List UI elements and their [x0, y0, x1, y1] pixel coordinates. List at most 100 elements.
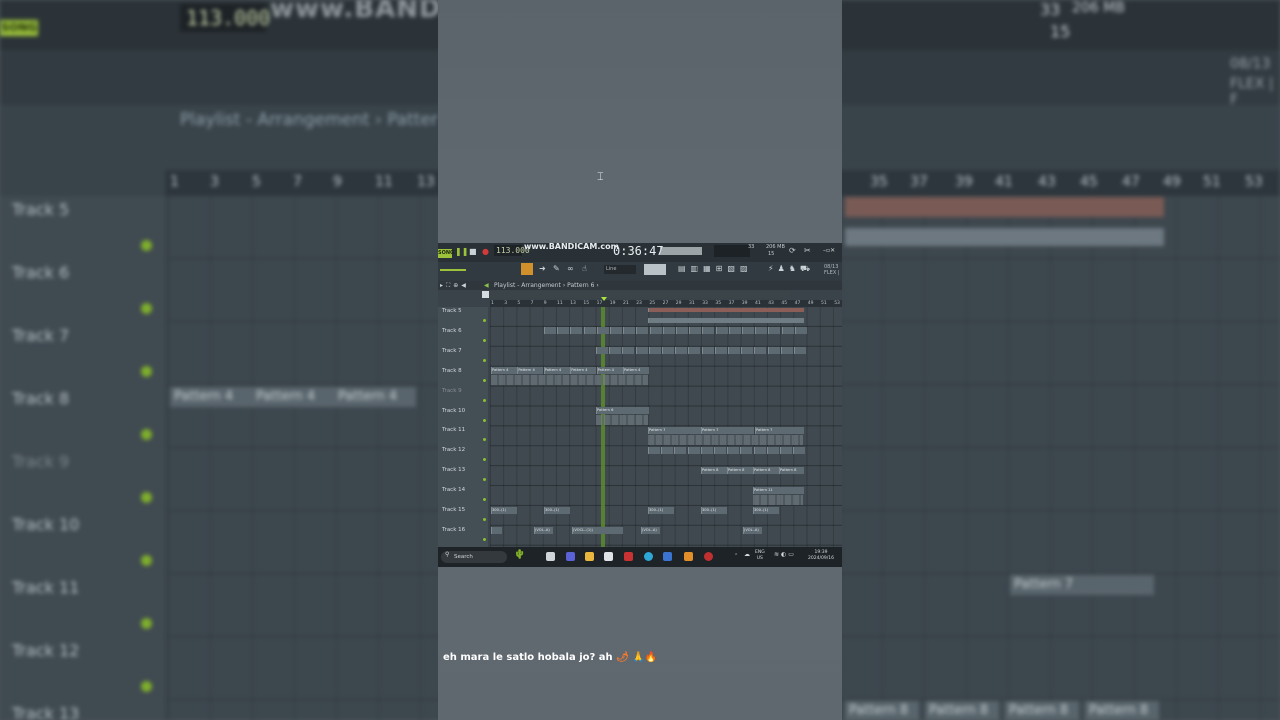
pattern-clip[interactable] [794, 347, 806, 354]
pattern-clip[interactable] [557, 327, 570, 334]
pattern-clip[interactable]: Pattern 4 [596, 367, 623, 374]
track-name[interactable]: Track 7 [442, 348, 462, 354]
pattern-clip[interactable] [674, 447, 687, 454]
audio-clip[interactable] [648, 318, 804, 323]
edge-icon[interactable] [644, 552, 653, 561]
window-controls-icon[interactable]: –▫✕ [823, 246, 835, 256]
pattern-clip[interactable] [662, 347, 674, 354]
pattern-clip[interactable]: Pattern 4 [623, 367, 649, 374]
track-name[interactable]: Track 16 [442, 527, 465, 533]
pattern-clip[interactable] [689, 327, 702, 334]
track-mute-led[interactable] [483, 518, 486, 521]
pattern-clip[interactable]: Pattern 8 [727, 467, 753, 474]
weather-icon[interactable]: 🌵 [514, 550, 525, 560]
track-mute-led[interactable] [483, 458, 486, 462]
pattern-clip[interactable] [609, 347, 622, 354]
clock[interactable]: 19:39 2024/09/16 [808, 550, 834, 562]
pattern-clip[interactable] [700, 447, 713, 454]
audio-clip[interactable] [648, 308, 804, 312]
pattern-clip[interactable] [753, 447, 766, 454]
arrow-right-icon[interactable]: ➜ [539, 264, 546, 274]
pattern-clip[interactable]: Pattern 7 [755, 427, 804, 434]
track-mute-led[interactable] [483, 478, 486, 482]
step-input[interactable] [644, 264, 666, 275]
pattern-clip[interactable] [714, 447, 726, 454]
pattern-clip[interactable]: 300..(1) [544, 507, 570, 514]
track-name[interactable]: Track 8 [442, 368, 462, 374]
pattern-clip[interactable] [662, 327, 675, 334]
pattern-clip[interactable]: 300..(1) [701, 507, 727, 514]
track-name[interactable]: Track 6 [442, 328, 462, 334]
pattern-clip[interactable] [780, 447, 792, 454]
bandicam-icon[interactable] [704, 552, 713, 561]
pattern-clip[interactable]: Pattern 8 [753, 467, 779, 474]
pattern-clip[interactable] [648, 347, 661, 354]
pattern-clip[interactable] [715, 327, 728, 334]
timeline-ruler[interactable]: 1 3 5 7 9 11 13 15 17 19 21 23 25 27 29 31 33 35 37 39 41 43 4… [490, 300, 842, 307]
pencil-icon[interactable]: ✎ [553, 264, 560, 274]
app-red-icon[interactable] [624, 552, 633, 561]
stop-icon[interactable]: ■ [469, 247, 477, 257]
track-name[interactable]: Track 14 [442, 487, 465, 493]
track-mute-led[interactable] [483, 378, 486, 382]
pattern-clip[interactable]: (VOL..A) [534, 527, 553, 534]
pattern-clip[interactable]: (VOCL..(1)) [572, 527, 623, 534]
pattern-clip[interactable] [741, 347, 754, 354]
pattern-clip[interactable]: Pattern 8 [701, 467, 727, 474]
pattern-clip[interactable] [675, 347, 688, 354]
pattern-clip[interactable] [701, 347, 714, 354]
chevron-up-icon[interactable]: ⌃ [734, 553, 738, 559]
pattern-clip[interactable]: Pattern 4 [517, 367, 544, 374]
pattern-clip[interactable]: Pattern 4 [491, 367, 517, 374]
pattern-picker-icon[interactable] [482, 291, 489, 298]
fl-studio-icon[interactable] [684, 552, 693, 561]
horizontal-scrollbar[interactable] [490, 291, 790, 298]
pattern-clip[interactable] [766, 447, 779, 454]
reload-icon[interactable]: ⟳ [789, 246, 796, 256]
track-mute-led[interactable] [483, 358, 486, 362]
pattern-clip[interactable] [780, 347, 793, 354]
language-indicator[interactable]: ENG US [755, 550, 765, 562]
playlist-snap-button[interactable] [521, 263, 533, 275]
pattern-clip[interactable]: 300..(1) [648, 507, 674, 514]
plugin-icons[interactable]: ⚡♟♞⛟ [768, 264, 814, 274]
pattern-clip[interactable]: 300..(1) [753, 507, 779, 514]
pattern-clip[interactable] [688, 347, 701, 354]
record-icon[interactable]: ● [482, 247, 489, 257]
track-mute-led[interactable] [483, 498, 486, 502]
track-name[interactable]: Track 10 [442, 408, 465, 414]
pattern-clip[interactable] [596, 347, 608, 354]
pattern-clip[interactable] [728, 327, 741, 334]
taskbar-search[interactable]: ⚲ Search [441, 551, 507, 563]
store-icon[interactable] [604, 552, 613, 561]
playhead-marker-icon[interactable] [601, 297, 607, 301]
pattern-clip[interactable] [635, 347, 648, 354]
track-mute-led[interactable] [483, 319, 486, 322]
track-name[interactable]: Track 15 [442, 507, 465, 513]
pause-icon[interactable]: ❚❚ [455, 247, 468, 257]
pattern-clip[interactable] [570, 327, 583, 334]
pattern-clip[interactable]: Pattern 7 [648, 427, 701, 434]
pattern-clip[interactable] [583, 327, 596, 334]
pattern-clip[interactable] [636, 327, 649, 334]
track-mute-led[interactable] [483, 418, 486, 422]
pattern-clip[interactable] [754, 347, 767, 354]
pattern-clip[interactable] [676, 327, 688, 334]
track-mute-led[interactable] [483, 398, 486, 402]
pattern-clip[interactable] [742, 327, 754, 334]
pattern-clip[interactable] [755, 327, 768, 334]
pattern-clip[interactable] [623, 327, 636, 334]
task-view-icon[interactable] [546, 552, 555, 561]
pattern-clip[interactable] [793, 447, 806, 454]
cut-icon[interactable]: ✂ [804, 246, 811, 256]
app-blue-icon[interactable] [663, 552, 672, 561]
snap-select[interactable]: Line [604, 265, 636, 274]
pattern-clip[interactable] [781, 327, 794, 334]
track-name[interactable]: Track 13 [442, 467, 465, 473]
pattern-clip[interactable]: (VOL..A) [743, 527, 762, 534]
current-pattern[interactable]: Pattern 6 [567, 282, 594, 289]
pattern-clip[interactable] [687, 447, 700, 454]
pattern-clip[interactable] [544, 327, 556, 334]
pattern-clip[interactable]: (VOL..A) [641, 527, 660, 534]
pattern-clip[interactable] [794, 327, 807, 334]
